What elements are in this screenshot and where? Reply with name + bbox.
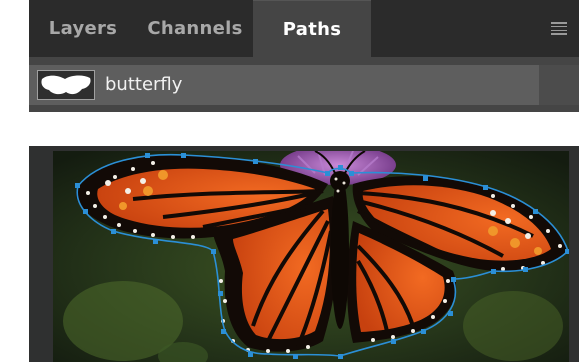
path-name: butterfly — [105, 74, 183, 95]
paths-panel: Layers Channels Paths butterfly — [29, 0, 579, 112]
path-thumbnail — [37, 70, 95, 100]
tab-channels[interactable]: Channels — [137, 0, 253, 57]
panel-tab-bar: Layers Channels Paths — [29, 0, 579, 57]
row-scroll-gutter — [539, 65, 579, 105]
panel-menu-icon[interactable] — [551, 22, 567, 35]
tab-layers[interactable]: Layers — [29, 0, 137, 57]
tab-paths[interactable]: Paths — [253, 0, 371, 57]
paths-list: butterfly — [29, 57, 579, 112]
path-row-butterfly[interactable]: butterfly — [29, 65, 539, 105]
document-canvas[interactable] — [29, 146, 579, 362]
butterfly-silhouette-icon — [41, 75, 91, 95]
butterfly-photo — [53, 151, 569, 362]
